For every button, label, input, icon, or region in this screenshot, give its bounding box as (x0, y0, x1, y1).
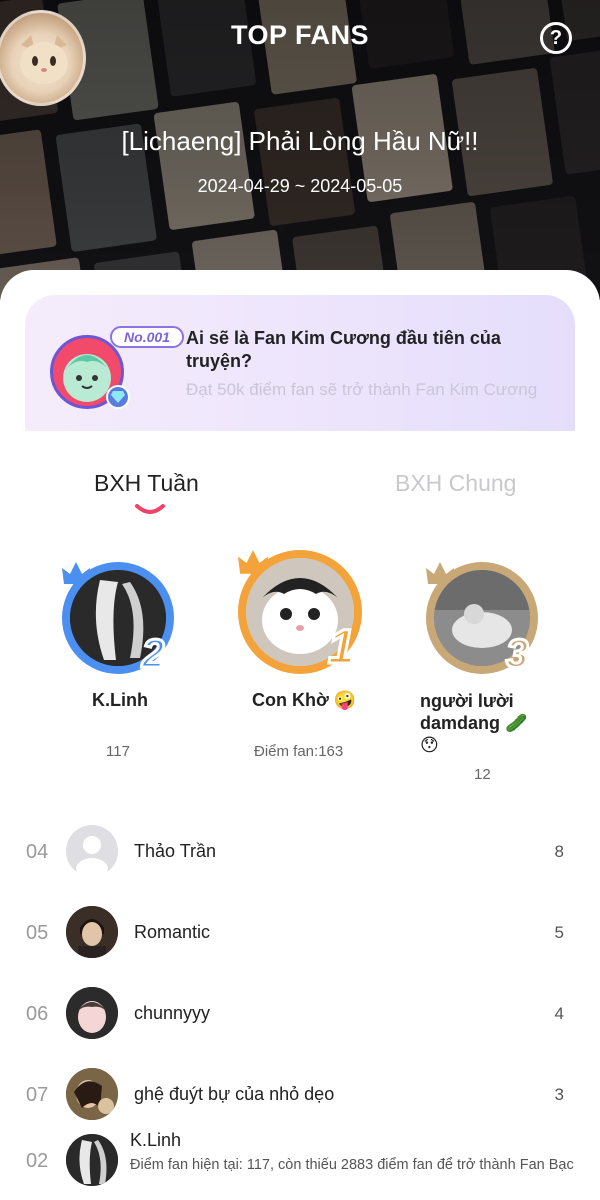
row-rank: 05 (26, 922, 49, 944)
avatar (66, 987, 118, 1039)
podium-score: Điểm fan:163 (254, 743, 344, 760)
row-rank: 07 (26, 1084, 49, 1106)
my-rank: 02 (26, 1150, 49, 1172)
podium-name: người lười damdang 🥒 😯 (420, 691, 528, 755)
podium-score: 12 (474, 766, 491, 783)
avatar (66, 906, 118, 958)
row-rank: 06 (26, 1003, 49, 1025)
active-tab-indicator (135, 504, 165, 514)
row-score: 3 (554, 1085, 564, 1104)
my-rank-row[interactable]: 02 K.Linh Điểm fan hiện tại: 117, còn th… (0, 1128, 600, 1200)
row-score: 8 (554, 842, 564, 861)
ranking-row[interactable]: 07 ghệ đuýt bự của nhỏ dẹo 3 (0, 1058, 600, 1128)
ranking-row[interactable]: 05 Romantic 5 (0, 896, 600, 966)
promo-subtitle: Đạt 50k điểm fan sẽ trở thành Fan Kim Cư… (186, 380, 538, 399)
my-avatar (66, 1134, 118, 1186)
my-name: K.Linh (130, 1130, 182, 1150)
row-score: 5 (554, 923, 564, 942)
date-range: 2024-04-29 ~ 2024-05-05 (197, 176, 403, 196)
row-name: ghệ đuýt bự của nhỏ dẹo (134, 1084, 335, 1104)
default-avatar-icon (66, 825, 118, 877)
my-fan-points-description: Điểm fan hiện tại: 117, còn thiếu 2883 đ… (130, 1157, 574, 1173)
ranking-row[interactable]: 06 chunnyyy 4 (0, 977, 600, 1047)
diamond-icon (106, 385, 130, 409)
page-title: TOP FANS (230, 20, 370, 50)
promo-title: Ai sẽ là Fan Kim Cương đầu tiên của truy… (186, 328, 501, 371)
podium-name: K.Linh (92, 690, 148, 710)
help-icon[interactable]: ? (540, 22, 572, 54)
tab-weekly-ranking[interactable]: BXH Tuần (94, 470, 199, 497)
row-name: Romantic (134, 922, 211, 942)
rank-number: 3 (504, 631, 529, 678)
rank-number: 1 (327, 620, 357, 676)
diamond-fan-promo[interactable]: No.001 Ai sẽ là Fan Kim Cương đầu tiên c… (25, 295, 575, 431)
row-name: Thảo Trần (134, 841, 217, 861)
header: TOP FANS ? [Lichaeng] Phải Lòng Hầu Nữ!!… (0, 0, 600, 300)
podium-score: 117 (106, 743, 130, 760)
comic-title: [Lichaeng] Phải Lòng Hầu Nữ!! (121, 126, 479, 156)
rank-badge: No.001 (110, 326, 184, 348)
tab-general-ranking[interactable]: BXH Chung (395, 470, 516, 497)
row-name: chunnyyy (134, 1003, 211, 1023)
row-score: 4 (554, 1004, 564, 1023)
podium-name: Con Khờ 🤪 (252, 690, 357, 710)
rank-number: 2 (140, 631, 165, 678)
row-rank: 04 (26, 841, 49, 863)
avatar (66, 1068, 118, 1120)
ranking-row[interactable]: 04 Thảo Trần 8 (0, 815, 600, 885)
